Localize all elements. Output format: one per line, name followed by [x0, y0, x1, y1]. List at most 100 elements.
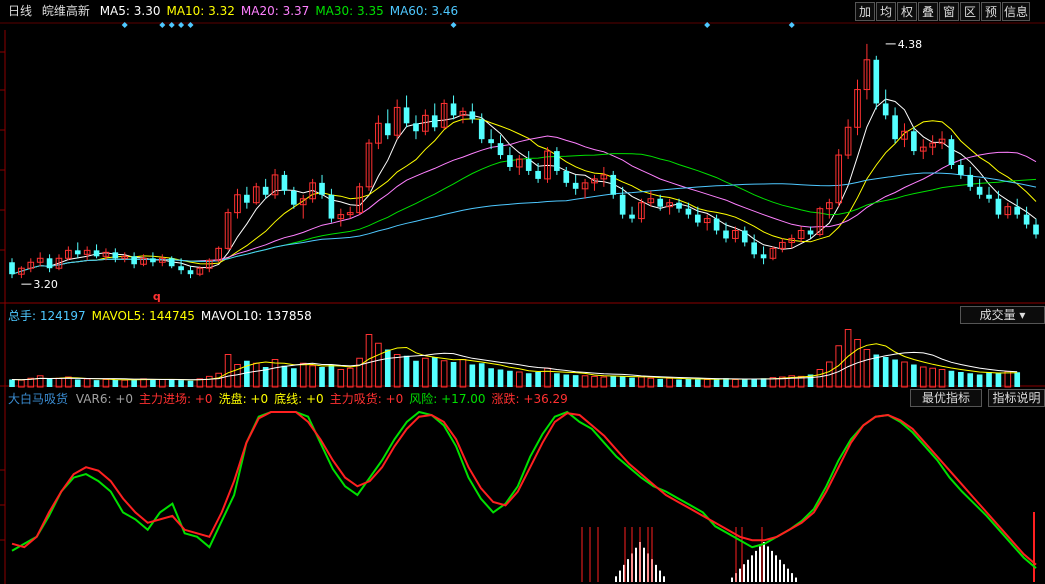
volume-bar	[384, 349, 391, 387]
toolbar-button-0[interactable]: 加	[855, 2, 875, 21]
candle-body	[384, 123, 391, 136]
candle-body	[986, 194, 992, 199]
candle-body	[403, 107, 410, 124]
volume-bar	[976, 374, 983, 387]
volume-bar	[74, 379, 81, 387]
candle-body	[497, 143, 504, 156]
candle-body	[112, 252, 119, 259]
candle-body	[478, 119, 485, 140]
volume-bar	[967, 373, 974, 387]
candle-body	[525, 159, 532, 171]
volume-bar	[525, 373, 532, 387]
indicator-legend-item: 风险: +17.00	[409, 392, 486, 406]
candle-body	[168, 258, 175, 267]
volume-bar	[685, 378, 692, 387]
stock-chart-canvas: 4.38 3.20 q	[0, 0, 1045, 584]
candle-body	[657, 198, 664, 207]
volume-bar	[723, 378, 729, 387]
volume-bar	[572, 375, 579, 387]
indicator-legend: VAR6: +0 主力进场: +0 洗盘: +0 底线: +0 主力吸货: +0 风险: …	[76, 392, 574, 406]
volume-bar	[948, 370, 955, 387]
candle-body	[751, 242, 757, 255]
volume-legend-item: MAVOL10: 137858	[200, 309, 312, 323]
high-price-label: 4.38	[898, 38, 923, 51]
volume-bar	[741, 379, 748, 387]
candle-body	[723, 230, 729, 239]
volume-bar	[291, 368, 297, 387]
toolbar-button-2[interactable]: 权	[897, 2, 917, 21]
volume-bar	[46, 378, 53, 387]
candle-body	[892, 115, 898, 140]
ma-legend-item: MA30: 3.35	[315, 4, 384, 18]
volume-bar	[281, 365, 288, 387]
indicator-header: 大白马吸货 VAR6: +0 主力进场: +0 洗盘: +0 底线: +0 主力吸货: …	[8, 392, 580, 406]
volume-bar	[497, 369, 504, 387]
candle-body	[882, 103, 889, 116]
indicator-legend-item: 涨跌: +36.29	[491, 392, 568, 406]
candle-body	[328, 194, 335, 219]
candle-body	[873, 59, 880, 104]
candle-body	[685, 208, 692, 215]
candle-body	[319, 182, 325, 195]
candle-body	[995, 198, 1002, 215]
candle-body	[911, 131, 917, 152]
candle-body	[74, 250, 81, 255]
volume-bar	[178, 380, 184, 387]
indicator-help-button[interactable]: 指标说明	[988, 389, 1045, 407]
volume-bar	[478, 363, 485, 387]
volume-bar	[131, 379, 137, 387]
candle-body	[741, 230, 748, 243]
volume-bar	[488, 368, 494, 387]
toolbar-button-7[interactable]: 信息	[1002, 2, 1030, 21]
candle-body	[9, 262, 15, 275]
volume-bar	[413, 360, 419, 387]
stock-name: 皖维高新	[41, 4, 90, 18]
period-label[interactable]: 日线	[8, 4, 32, 18]
candle-body	[629, 214, 635, 219]
volume-bar	[751, 378, 757, 387]
candle-body	[178, 266, 184, 271]
toolbar-button-5[interactable]: 区	[960, 2, 980, 21]
candle-body	[187, 270, 194, 275]
volume-bar	[629, 377, 635, 387]
candle-body	[563, 170, 570, 183]
candle-body	[262, 186, 269, 195]
indicator-legend-item: 主力进场: +0	[139, 392, 213, 406]
indicator-legend-item: 底线: +0	[274, 392, 324, 406]
candle-body	[619, 194, 626, 215]
volume-bar	[1014, 372, 1021, 387]
volume-bar	[507, 370, 513, 387]
toolbar-button-3[interactable]: 叠	[918, 2, 938, 21]
volume-bar	[450, 362, 457, 387]
candle-body	[807, 230, 814, 235]
candle-body	[469, 111, 476, 120]
indicator-legend-item: 洗盘: +0	[218, 392, 269, 406]
volume-indicator-button[interactable]: 成交量 ▾	[960, 306, 1045, 324]
candle-body	[610, 174, 617, 195]
toolbar-button-6[interactable]: 预	[981, 2, 1001, 21]
candle-body	[1014, 206, 1021, 215]
volume-bar	[986, 372, 992, 387]
candle-body	[948, 139, 955, 165]
best-indicator-button[interactable]: 最优指标	[910, 389, 982, 407]
volume-bar	[431, 357, 438, 387]
toolbar-button-4[interactable]: 窗	[939, 2, 959, 21]
indicator-name[interactable]: 大白马吸货	[8, 392, 68, 406]
volume-bar	[892, 359, 898, 387]
volume-bar	[676, 379, 682, 387]
candle-body	[694, 214, 701, 223]
volume-header: 总手: 124197 MAVOL5: 144745 MAVOL10: 137858	[8, 309, 324, 323]
candle-body	[431, 115, 438, 128]
toolbar-button-1[interactable]: 均	[876, 2, 896, 21]
volume-bar	[958, 372, 964, 387]
volume-bar	[93, 380, 100, 387]
candle-body	[1033, 224, 1039, 235]
candle-body	[760, 254, 767, 259]
volume-bar	[882, 357, 889, 387]
indicator-legend-item: 主力吸货: +0	[329, 392, 404, 406]
candle-body	[46, 258, 53, 269]
ma-legend-item: MA20: 3.37	[240, 4, 310, 18]
candle-body	[554, 151, 560, 171]
ma-legend-item: MA60: 3.46	[389, 4, 459, 18]
volume-bar	[554, 373, 560, 387]
